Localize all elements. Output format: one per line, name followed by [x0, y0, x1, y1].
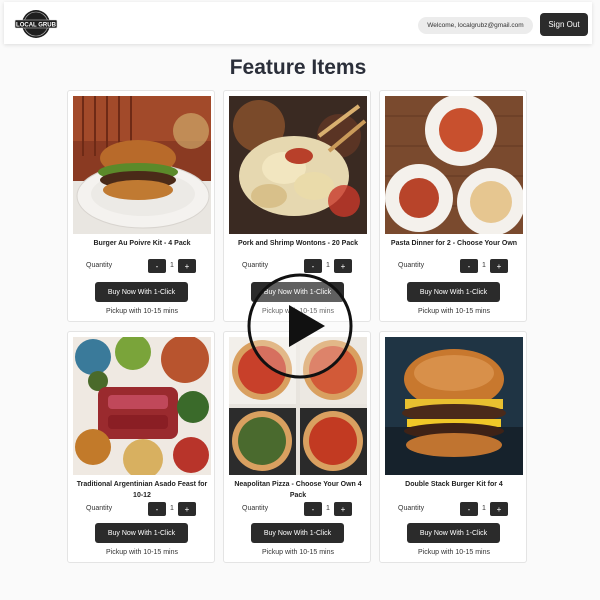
decrease-quantity-button[interactable]: -	[460, 502, 478, 516]
product-card: Double Stack Burger Kit for 4 Quantity -…	[379, 331, 527, 563]
product-name: Burger Au Poivre Kit - 4 Pack	[93, 240, 191, 247]
top-navbar: LOCAL GRUB Welcome, localgrubz@gmail.com…	[4, 2, 592, 44]
local-grub-logo[interactable]: LOCAL GRUB	[14, 9, 58, 39]
quantity-label: Quantity	[86, 262, 113, 269]
quantity-label: Quantity	[242, 262, 269, 269]
quantity-stepper: Quantity - 1 +	[224, 502, 372, 517]
product-name: Pasta Dinner for 2 - Choose Your Own	[390, 240, 518, 247]
buy-now-button[interactable]: Buy Now With 1-Click	[95, 523, 188, 543]
decrease-quantity-button[interactable]: -	[304, 502, 322, 516]
product-name: Traditional Argentinian Asado Feast for …	[76, 481, 208, 499]
quantity-label: Quantity	[86, 505, 113, 512]
product-card: Traditional Argentinian Asado Feast for …	[67, 331, 215, 563]
pickup-time: Pickup with 10-15 mins	[418, 549, 490, 556]
decrease-quantity-button[interactable]: -	[148, 502, 166, 516]
increase-quantity-button[interactable]: +	[334, 502, 352, 516]
product-image-pasta[interactable]	[385, 96, 523, 234]
quantity-stepper: Quantity - 1 +	[380, 259, 528, 274]
quantity-value: 1	[170, 262, 174, 269]
logo-text: LOCAL GRUB	[16, 22, 57, 28]
pickup-time: Pickup with 10-15 mins	[106, 308, 178, 315]
quantity-stepper: Quantity - 1 +	[380, 502, 528, 517]
product-image-asado[interactable]	[73, 337, 211, 475]
buy-now-button[interactable]: Buy Now With 1-Click	[95, 282, 188, 302]
buy-now-button[interactable]: Buy Now With 1-Click	[407, 523, 500, 543]
product-name: Pork and Shrimp Wontons - 20 Pack	[237, 240, 359, 247]
increase-quantity-button[interactable]: +	[334, 259, 352, 273]
buy-now-button[interactable]: Buy Now With 1-Click	[251, 523, 344, 543]
decrease-quantity-button[interactable]: -	[304, 259, 322, 273]
product-card: Burger Au Poivre Kit - 4 Pack Quantity -…	[67, 90, 215, 322]
product-card: Pasta Dinner for 2 - Choose Your Own Qua…	[379, 90, 527, 322]
play-icon[interactable]	[247, 273, 353, 379]
increase-quantity-button[interactable]: +	[178, 502, 196, 516]
decrease-quantity-button[interactable]: -	[460, 259, 478, 273]
quantity-label: Quantity	[242, 505, 269, 512]
decrease-quantity-button[interactable]: -	[148, 259, 166, 273]
pickup-time: Pickup with 10-15 mins	[106, 549, 178, 556]
increase-quantity-button[interactable]: +	[490, 259, 508, 273]
quantity-value: 1	[326, 262, 330, 269]
product-image-wontons[interactable]	[229, 96, 367, 234]
pickup-time: Pickup with 10-15 mins	[418, 308, 490, 315]
quantity-label: Quantity	[398, 262, 425, 269]
quantity-label: Quantity	[398, 505, 425, 512]
buy-now-button[interactable]: Buy Now With 1-Click	[407, 282, 500, 302]
increase-quantity-button[interactable]: +	[490, 502, 508, 516]
product-image-burger-au-poivre[interactable]	[73, 96, 211, 234]
quantity-value: 1	[326, 505, 330, 512]
quantity-value: 1	[170, 505, 174, 512]
welcome-badge: Welcome, localgrubz@gmail.com	[418, 17, 533, 34]
product-name: Double Stack Burger Kit for 4	[405, 481, 503, 488]
quantity-value: 1	[482, 262, 486, 269]
quantity-stepper: Quantity - 1 +	[68, 502, 216, 517]
product-image-double-stack-burger[interactable]	[385, 337, 523, 475]
page-title: Feature Items	[229, 56, 367, 79]
pickup-time: Pickup with 10-15 mins	[262, 549, 334, 556]
product-name: Neapolitan Pizza - Choose Your Own 4 Pac…	[234, 481, 362, 499]
sign-out-button[interactable]: Sign Out	[540, 13, 588, 36]
quantity-value: 1	[482, 505, 486, 512]
quantity-stepper: Quantity - 1 +	[224, 259, 372, 274]
quantity-stepper: Quantity - 1 +	[68, 259, 216, 274]
increase-quantity-button[interactable]: +	[178, 259, 196, 273]
